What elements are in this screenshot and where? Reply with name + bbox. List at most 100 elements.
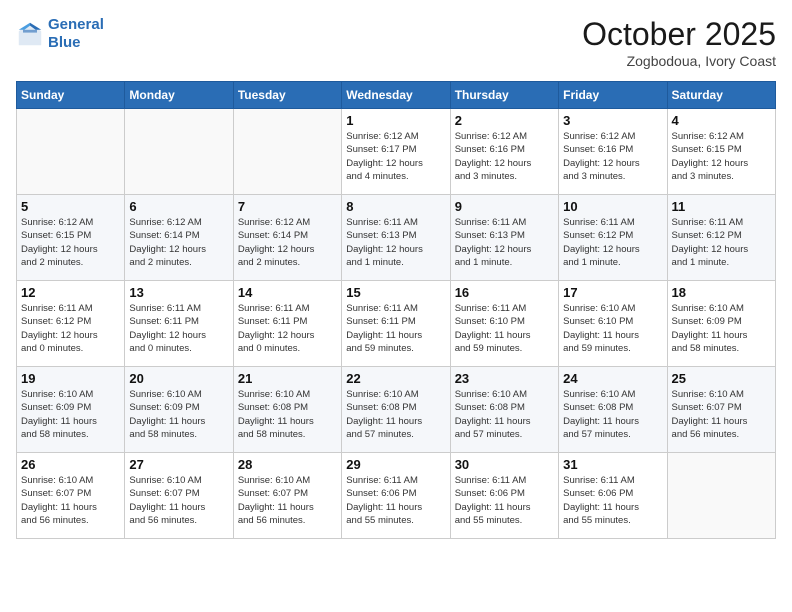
day-number: 28 (238, 457, 337, 472)
day-info: Sunrise: 6:11 AM Sunset: 6:11 PM Dayligh… (346, 302, 445, 355)
day-info: Sunrise: 6:10 AM Sunset: 6:10 PM Dayligh… (563, 302, 662, 355)
calendar-cell: 5 Sunrise: 6:12 AM Sunset: 6:15 PM Daylig… (17, 195, 125, 281)
day-number: 8 (346, 199, 445, 214)
day-info: Sunrise: 6:10 AM Sunset: 6:08 PM Dayligh… (346, 388, 445, 441)
day-number: 9 (455, 199, 554, 214)
day-info: Sunrise: 6:12 AM Sunset: 6:15 PM Dayligh… (21, 216, 120, 269)
month-title: October 2025 (582, 16, 776, 53)
day-number: 1 (346, 113, 445, 128)
day-info: Sunrise: 6:10 AM Sunset: 6:07 PM Dayligh… (672, 388, 771, 441)
day-info: Sunrise: 6:10 AM Sunset: 6:07 PM Dayligh… (21, 474, 120, 527)
calendar-cell: 26 Sunrise: 6:10 AM Sunset: 6:07 PM Dayli… (17, 453, 125, 539)
day-info: Sunrise: 6:12 AM Sunset: 6:17 PM Dayligh… (346, 130, 445, 183)
day-number: 25 (672, 371, 771, 386)
day-info: Sunrise: 6:10 AM Sunset: 6:07 PM Dayligh… (238, 474, 337, 527)
calendar-cell: 30Sunrise: 6:11 AM Sunset: 6:06 PM Dayli… (450, 453, 558, 539)
day-info: Sunrise: 6:11 AM Sunset: 6:06 PM Dayligh… (346, 474, 445, 527)
calendar-cell (667, 453, 775, 539)
calendar-cell: 19 Sunrise: 6:10 AM Sunset: 6:09 PM Dayli… (17, 367, 125, 453)
day-info: Sunrise: 6:11 AM Sunset: 6:06 PM Dayligh… (563, 474, 662, 527)
calendar-cell: 9Sunrise: 6:11 AM Sunset: 6:13 PM Daylig… (450, 195, 558, 281)
day-number: 17 (563, 285, 662, 300)
day-number: 30 (455, 457, 554, 472)
day-info: Sunrise: 6:11 AM Sunset: 6:11 PM Dayligh… (129, 302, 228, 355)
day-number: 29 (346, 457, 445, 472)
calendar-cell: 27 Sunrise: 6:10 AM Sunset: 6:07 PM Dayli… (125, 453, 233, 539)
calendar-cell: 17 Sunrise: 6:10 AM Sunset: 6:10 PM Dayli… (559, 281, 667, 367)
day-info: Sunrise: 6:10 AM Sunset: 6:07 PM Dayligh… (129, 474, 228, 527)
logo-icon (16, 20, 44, 48)
day-info: Sunrise: 6:11 AM Sunset: 6:12 PM Dayligh… (672, 216, 771, 269)
calendar-cell (125, 109, 233, 195)
calendar-table: SundayMondayTuesdayWednesdayThursdayFrid… (16, 81, 776, 539)
day-info: Sunrise: 6:11 AM Sunset: 6:13 PM Dayligh… (346, 216, 445, 269)
weekday-header-thursday: Thursday (450, 82, 558, 109)
calendar-cell: 16 Sunrise: 6:11 AM Sunset: 6:10 PM Dayli… (450, 281, 558, 367)
weekday-header-tuesday: Tuesday (233, 82, 341, 109)
day-number: 7 (238, 199, 337, 214)
day-number: 3 (563, 113, 662, 128)
day-number: 11 (672, 199, 771, 214)
day-number: 13 (129, 285, 228, 300)
day-info: Sunrise: 6:12 AM Sunset: 6:16 PM Dayligh… (563, 130, 662, 183)
day-number: 26 (21, 457, 120, 472)
day-number: 27 (129, 457, 228, 472)
weekday-header-friday: Friday (559, 82, 667, 109)
day-number: 24 (563, 371, 662, 386)
calendar-cell: 13 Sunrise: 6:11 AM Sunset: 6:11 PM Dayli… (125, 281, 233, 367)
day-number: 16 (455, 285, 554, 300)
day-info: Sunrise: 6:10 AM Sunset: 6:09 PM Dayligh… (21, 388, 120, 441)
day-number: 20 (129, 371, 228, 386)
day-info: Sunrise: 6:11 AM Sunset: 6:12 PM Dayligh… (563, 216, 662, 269)
calendar-cell: 8 Sunrise: 6:11 AM Sunset: 6:13 PM Daylig… (342, 195, 450, 281)
calendar-cell: 29 Sunrise: 6:11 AM Sunset: 6:06 PM Dayli… (342, 453, 450, 539)
calendar-cell: 14Sunrise: 6:11 AM Sunset: 6:11 PM Dayli… (233, 281, 341, 367)
page-header: General Blue October 2025 Zogbodoua, Ivo… (16, 16, 776, 69)
day-number: 18 (672, 285, 771, 300)
day-info: Sunrise: 6:11 AM Sunset: 6:11 PM Dayligh… (238, 302, 337, 355)
day-number: 2 (455, 113, 554, 128)
logo-general: General (48, 16, 104, 33)
calendar-cell: 2 Sunrise: 6:12 AM Sunset: 6:16 PM Daylig… (450, 109, 558, 195)
weekday-header-monday: Monday (125, 82, 233, 109)
calendar-cell: 24Sunrise: 6:10 AM Sunset: 6:08 PM Dayli… (559, 367, 667, 453)
calendar-cell: 22 Sunrise: 6:10 AM Sunset: 6:08 PM Dayli… (342, 367, 450, 453)
day-number: 19 (21, 371, 120, 386)
calendar-cell: 11 Sunrise: 6:11 AM Sunset: 6:12 PM Dayli… (667, 195, 775, 281)
calendar-cell: 31 Sunrise: 6:11 AM Sunset: 6:06 PM Dayli… (559, 453, 667, 539)
logo: General Blue (16, 16, 104, 52)
calendar-cell: 1 Sunrise: 6:12 AM Sunset: 6:17 PM Daylig… (342, 109, 450, 195)
calendar-cell: 25 Sunrise: 6:10 AM Sunset: 6:07 PM Dayli… (667, 367, 775, 453)
day-number: 5 (21, 199, 120, 214)
day-number: 6 (129, 199, 228, 214)
calendar-cell: 3 Sunrise: 6:12 AM Sunset: 6:16 PM Daylig… (559, 109, 667, 195)
calendar-cell: 18 Sunrise: 6:10 AM Sunset: 6:09 PM Dayli… (667, 281, 775, 367)
calendar-cell: 10 Sunrise: 6:11 AM Sunset: 6:12 PM Dayli… (559, 195, 667, 281)
day-number: 15 (346, 285, 445, 300)
calendar-cell: 20 Sunrise: 6:10 AM Sunset: 6:09 PM Dayli… (125, 367, 233, 453)
day-info: Sunrise: 6:12 AM Sunset: 6:14 PM Dayligh… (129, 216, 228, 269)
calendar-cell: 4Sunrise: 6:12 AM Sunset: 6:15 PM Daylig… (667, 109, 775, 195)
calendar-cell: 23Sunrise: 6:10 AM Sunset: 6:08 PM Dayli… (450, 367, 558, 453)
calendar-cell: 21 Sunrise: 6:10 AM Sunset: 6:08 PM Dayli… (233, 367, 341, 453)
calendar-cell: 15 Sunrise: 6:11 AM Sunset: 6:11 PM Dayli… (342, 281, 450, 367)
day-number: 10 (563, 199, 662, 214)
day-info: Sunrise: 6:10 AM Sunset: 6:09 PM Dayligh… (672, 302, 771, 355)
day-number: 31 (563, 457, 662, 472)
logo-blue: Blue (48, 34, 81, 51)
day-number: 21 (238, 371, 337, 386)
day-info: Sunrise: 6:10 AM Sunset: 6:08 PM Dayligh… (455, 388, 554, 441)
day-info: Sunrise: 6:10 AM Sunset: 6:09 PM Dayligh… (129, 388, 228, 441)
title-block: October 2025 Zogbodoua, Ivory Coast (582, 16, 776, 69)
day-info: Sunrise: 6:12 AM Sunset: 6:14 PM Dayligh… (238, 216, 337, 269)
day-info: Sunrise: 6:10 AM Sunset: 6:08 PM Dayligh… (238, 388, 337, 441)
day-info: Sunrise: 6:11 AM Sunset: 6:12 PM Dayligh… (21, 302, 120, 355)
day-info: Sunrise: 6:11 AM Sunset: 6:10 PM Dayligh… (455, 302, 554, 355)
weekday-header-wednesday: Wednesday (342, 82, 450, 109)
calendar-cell (17, 109, 125, 195)
location-subtitle: Zogbodoua, Ivory Coast (582, 53, 776, 69)
day-number: 22 (346, 371, 445, 386)
day-info: Sunrise: 6:12 AM Sunset: 6:16 PM Dayligh… (455, 130, 554, 183)
day-number: 4 (672, 113, 771, 128)
day-number: 12 (21, 285, 120, 300)
